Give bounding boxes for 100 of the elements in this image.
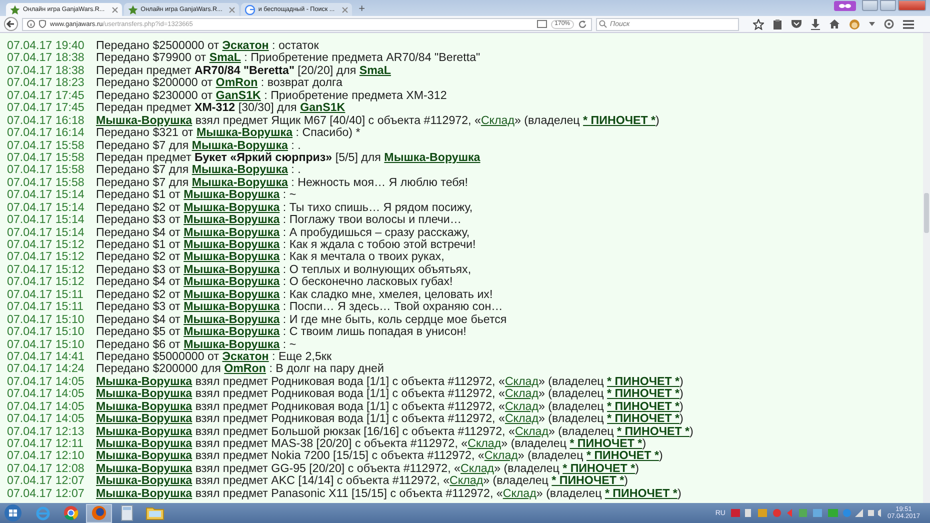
user-link[interactable]: Мышка-Ворушка [184, 325, 280, 338]
user-link[interactable]: * ПИНОЧЕТ * [562, 462, 636, 475]
user-link[interactable]: Мышка-Ворушка [184, 238, 280, 251]
object-link[interactable]: Склад [504, 374, 538, 388]
transfer-text: Передано $7 для Мышка-Ворушка : . [96, 164, 301, 177]
user-link[interactable]: * ПИНОЧЕТ * [604, 486, 678, 500]
reload-icon[interactable] [578, 20, 587, 28]
user-link[interactable]: Мышка-Ворушка [184, 250, 280, 264]
user-link[interactable]: OmRon [224, 362, 266, 376]
object-link[interactable]: Склад [504, 387, 538, 400]
object-link[interactable]: Склад [480, 114, 514, 127]
object-link[interactable]: Склад [514, 424, 548, 438]
menu-icon[interactable] [903, 20, 914, 28]
user-link[interactable]: * ПИНОЧЕТ * [552, 474, 624, 488]
transfer-text: Мышка-Ворушка взял предмет Ящик M67 [40/40] с объекта #112972, «Склад» (владелец * ПИНОЧЕТ *) [96, 114, 660, 128]
minimize-button[interactable] [862, 0, 878, 11]
home-icon[interactable] [829, 19, 840, 29]
pocket-icon[interactable] [791, 19, 802, 29]
user-link[interactable]: * ПИНОЧЕТ * [607, 412, 680, 426]
object-link[interactable]: Склад [502, 486, 536, 500]
user-link[interactable]: Мышка-Ворушка [384, 150, 480, 164]
clipboard-icon[interactable] [773, 18, 782, 30]
user-link[interactable]: Мышка-Ворушка [96, 114, 192, 127]
new-tab-button[interactable]: + [354, 3, 370, 16]
transfer-date: 07.04.17 16:18 [7, 114, 86, 128]
user-link[interactable]: * ПИНОЧЕТ * [586, 449, 659, 462]
user-link[interactable]: Мышка-Ворушка [184, 288, 280, 301]
user-link[interactable]: Мышка-Ворушка [96, 424, 192, 438]
object-link[interactable]: Склад [450, 474, 484, 488]
user-link[interactable]: Мышка-Ворушка [96, 400, 192, 413]
user-link[interactable]: GanS1K [216, 88, 261, 102]
transfer-date: 07.04.17 14:05 [7, 413, 86, 426]
download-icon[interactable] [811, 18, 820, 30]
user-link[interactable]: GanS1K [300, 101, 346, 114]
user-link[interactable]: Мышка-Ворушка [184, 262, 280, 276]
user-link[interactable]: Мышка-Ворушка [96, 412, 192, 426]
start-button[interactable] [4, 504, 22, 522]
user-link[interactable]: Мышка-Ворушка [96, 474, 192, 488]
user-link[interactable]: Мышка-Ворушка [192, 163, 288, 176]
user-link[interactable]: Мышка-Ворушка [184, 338, 280, 350]
transfer-date: 07.04.17 14:24 [7, 363, 86, 376]
user-link[interactable]: Мышка-Ворушка [192, 176, 288, 189]
object-link[interactable]: Склад [504, 412, 538, 426]
user-link[interactable]: * ПИНОЧЕТ * [617, 424, 690, 438]
back-icon[interactable] [4, 17, 18, 31]
object-link[interactable]: Склад [504, 400, 538, 413]
user-link[interactable]: Мышка-Ворушка [184, 275, 280, 288]
info-icon[interactable] [27, 20, 35, 28]
user-link[interactable]: Эскатон [222, 39, 269, 52]
star-icon[interactable] [753, 18, 764, 30]
user-link[interactable]: Мышка-Ворушка [96, 374, 192, 388]
object-link[interactable]: Склад [468, 437, 502, 450]
user-link[interactable]: Мышка-Ворушка [184, 200, 280, 214]
transfer-date: 07.04.17 15:14 [7, 189, 86, 202]
transfer-text: Мышка-Ворушка взял предмет AKC [14/14] с объекта #112972, «Склад» (владелец * ПИНОЧЕТ *) [96, 475, 628, 488]
close-icon[interactable] [229, 6, 236, 12]
user-link[interactable]: * ПИНОЧЕТ * [583, 114, 656, 127]
user-link[interactable]: Мышка-Ворушка [184, 226, 280, 239]
user-link[interactable]: SmaL [359, 64, 391, 77]
star-icon [128, 4, 138, 14]
user-link[interactable]: Мышка-Ворушка [96, 449, 192, 462]
user-link[interactable]: Мышка-Ворушка [184, 312, 280, 326]
user-link[interactable]: Мышка-Ворушка [184, 213, 280, 226]
caret-icon[interactable] [869, 22, 875, 26]
transfer-date: 07.04.17 15:58 [7, 164, 86, 177]
transfer-date: 07.04.17 15:12 [7, 251, 86, 264]
tray-icons-drawing[interactable] [731, 508, 882, 518]
scrollbar[interactable] [923, 33, 930, 503]
user-link[interactable]: Мышка-Ворушка [196, 126, 293, 140]
user-link[interactable]: * ПИНОЧЕТ * [570, 437, 642, 450]
reader-icon[interactable] [536, 20, 547, 28]
scrollbar-thumb[interactable] [924, 193, 929, 233]
close-icon[interactable] [342, 6, 348, 12]
user-link[interactable]: SmaL [209, 51, 241, 64]
maximize-button[interactable] [880, 0, 896, 11]
user-link[interactable]: Мышка-Ворушка [192, 138, 288, 152]
transfer-date: 07.04.17 15:11 [7, 301, 85, 314]
transfer-date: 07.04.17 15:10 [7, 314, 86, 326]
shield-icon[interactable] [39, 20, 46, 28]
user-link[interactable]: Мышка-Ворушка [184, 300, 280, 314]
transfer-text: Передано $321 от Мышка-Ворушка : Спасибо) * [96, 127, 360, 140]
user-link[interactable]: Мышка-Ворушка [184, 188, 280, 202]
firefox-icon[interactable] [86, 504, 112, 522]
gear-icon[interactable] [884, 19, 894, 29]
object-link[interactable]: Склад [484, 449, 518, 462]
close-icon[interactable] [112, 6, 118, 12]
object-link[interactable]: Склад [460, 462, 494, 475]
user-link[interactable]: Мышка-Ворушка [96, 486, 192, 500]
user-link[interactable]: Мышка-Ворушка [96, 462, 192, 475]
transfer-date: 07.04.17 16:14 [7, 127, 86, 140]
user-link[interactable]: Эскатон [222, 350, 269, 363]
user-link[interactable]: Мышка-Ворушка [96, 387, 192, 400]
user-link[interactable]: * ПИНОЧЕТ * [607, 400, 680, 413]
user-link[interactable]: * ПИНОЧЕТ * [607, 374, 680, 388]
user-link[interactable]: OmRon [216, 76, 258, 90]
user-link[interactable]: * ПИНОЧЕТ * [607, 387, 680, 400]
transfer-date: 07.04.17 14:05 [7, 376, 86, 388]
transfer-date: 07.04.17 12:08 [7, 462, 86, 476]
transfer-text: Мышка-Ворушка взял предмет Родниковая вода [1/1] с объекта #112972, «Склад» (владелец * ПИНОЧЕТ *) [96, 413, 684, 426]
user-link[interactable]: Мышка-Ворушка [96, 437, 192, 450]
